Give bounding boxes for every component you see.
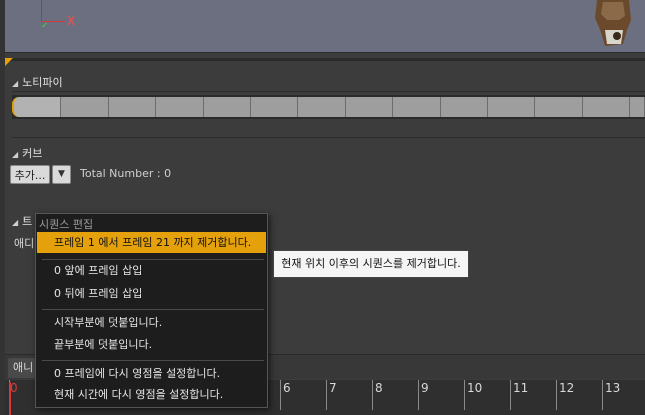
playhead-marker[interactable]	[9, 382, 11, 415]
notify-track-cell[interactable]	[61, 97, 109, 117]
axis-y-marker: ✓	[41, 21, 49, 31]
axis-z-line	[41, 0, 42, 22]
timeline-tick	[372, 380, 373, 410]
chevron-down-icon[interactable]: ▼	[52, 165, 71, 184]
timeline-tick-label: 6	[283, 381, 291, 395]
menu-item-remove-frames[interactable]: 프레임 1 에서 프레임 21 까지 제거합니다.	[37, 232, 266, 253]
notify-track-cell[interactable]	[346, 97, 393, 117]
tooltip: 현재 위치 이후의 시퀀스를 제거합니다.	[273, 250, 469, 278]
anim-row-label: 애디	[14, 237, 35, 250]
notify-section-header[interactable]: ◢ 노티파이	[12, 74, 63, 90]
track-section-header[interactable]: ◢ 트	[12, 213, 32, 229]
axis-x-label: X	[67, 14, 76, 28]
total-number-label: Total Number : 0	[80, 167, 172, 180]
menu-item-insert-before[interactable]: 0 앞에 프레임 삽입	[37, 260, 266, 281]
notify-track-cell[interactable]	[109, 97, 156, 117]
curve-section-title: 커브	[22, 147, 43, 160]
menu-item-append-end[interactable]: 끝부분에 덧붙입니다.	[37, 334, 266, 355]
timeline-tick-label: 12	[559, 381, 575, 395]
timeline-tick	[464, 380, 465, 410]
notify-track-cell[interactable]	[393, 97, 441, 117]
notify-track[interactable]	[12, 95, 645, 119]
notify-section-title: 노티파이	[22, 76, 63, 89]
notify-track-cell[interactable]	[488, 97, 535, 117]
notify-track-cell[interactable]	[298, 97, 346, 117]
character-preview-icon	[595, 0, 631, 46]
menu-item-insert-after[interactable]: 0 뒤에 프레임 삽입	[37, 283, 266, 304]
timeline-tick-label: 8	[375, 381, 383, 395]
timeline-tick	[510, 380, 511, 410]
add-curve-button[interactable]: 추가...	[10, 165, 50, 184]
notify-track-cell[interactable]	[441, 97, 488, 117]
timeline-tick	[418, 380, 419, 410]
panel-corner-marker	[5, 58, 13, 66]
timeline-tick-label: 0	[10, 381, 18, 395]
timeline-tick-label: 9	[421, 381, 429, 395]
section-divider	[12, 137, 645, 138]
collapse-arrow-icon[interactable]: ◢	[12, 218, 18, 227]
menu-item-append-start[interactable]: 시작부분에 덧붙입니다.	[37, 312, 266, 333]
section-divider	[12, 91, 645, 92]
collapse-arrow-icon[interactable]: ◢	[12, 150, 18, 159]
timeline-tick-label: 7	[329, 381, 337, 395]
notify-track-cell[interactable]	[535, 97, 583, 117]
menu-item-rezero-current[interactable]: 현재 시간에 다시 영점을 설정합니다.	[37, 384, 266, 405]
viewport[interactable]: X ✓	[5, 0, 645, 53]
curve-section-header[interactable]: ◢ 커브	[12, 145, 42, 161]
notify-track-cell[interactable]	[251, 97, 298, 117]
menu-item-rezero-frame[interactable]: 0 프레임에 다시 영점을 설정합니다.	[37, 363, 266, 384]
menu-separator	[42, 360, 264, 361]
track-section-title: 트	[22, 215, 33, 228]
notify-track-cell[interactable]	[204, 97, 251, 117]
panel-header-bar	[5, 58, 645, 61]
timeline-tick-label: 10	[467, 381, 483, 395]
notify-track-cell[interactable]	[630, 97, 645, 117]
timeline-tick	[602, 380, 603, 410]
timeline-tick-label: 11	[513, 381, 529, 395]
notify-track-cell[interactable]	[12, 97, 61, 117]
notify-track-cell[interactable]	[156, 97, 204, 117]
timeline-tick	[280, 380, 281, 410]
menu-header: 시퀀스 편집	[39, 218, 94, 231]
notify-track-cell[interactable]	[583, 97, 630, 117]
timeline-tick-label: 13	[605, 381, 621, 395]
timeline-tick	[326, 380, 327, 410]
timeline-tick	[556, 380, 557, 410]
sequence-edit-menu: 시퀀스 편집 프레임 1 에서 프레임 21 까지 제거합니다. 0 앞에 프레…	[35, 213, 268, 408]
collapse-arrow-icon[interactable]: ◢	[12, 79, 18, 88]
menu-separator	[42, 309, 264, 310]
